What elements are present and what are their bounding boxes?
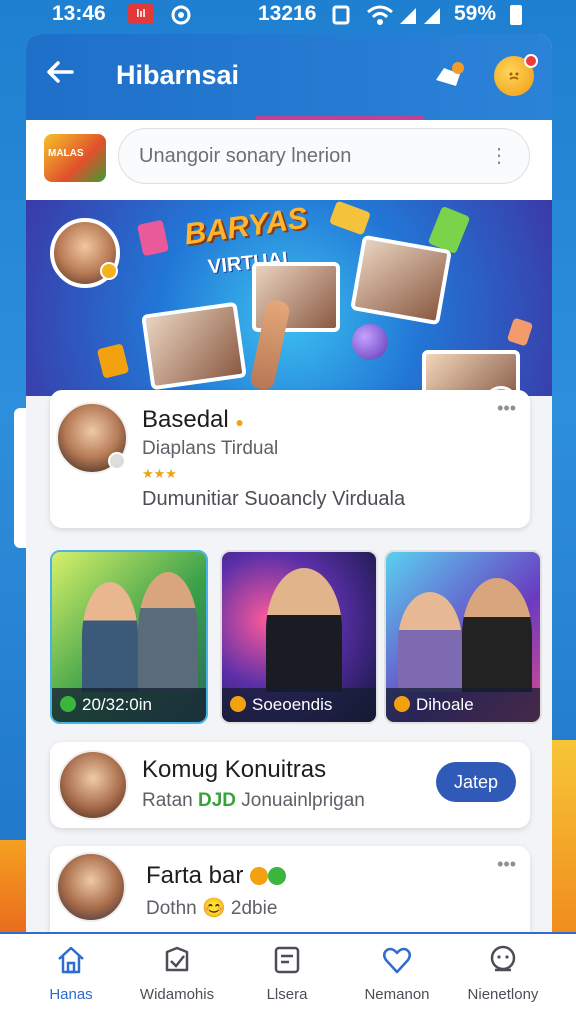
nav-label: Hanas	[49, 986, 93, 1003]
check-icon	[165, 946, 189, 972]
nav-item-favorites[interactable]: Nemanon	[342, 944, 452, 1003]
search-input[interactable]: Unangoir sonary lnerion ⋮	[118, 128, 530, 184]
side-decoration-right	[548, 740, 576, 940]
battery-icon	[510, 5, 522, 25]
community-subtitle: Ratan DJD Jonuainlprigan	[142, 790, 365, 812]
status-bar: 13:46 lıl 13216 59%	[0, 0, 576, 30]
community-title: Komug Konuitras	[142, 756, 327, 783]
tile-label: Dihoale	[386, 688, 540, 722]
sticker-decoration	[328, 200, 372, 236]
tile-person	[82, 582, 138, 692]
note-icon	[274, 946, 300, 974]
play-icon	[60, 696, 76, 712]
post-title-text: Farta bar	[146, 862, 244, 889]
status-time: 13:46	[52, 2, 106, 25]
video-tile[interactable]: 20/32:0in	[50, 550, 208, 724]
status-notification-badge: lıl	[128, 4, 154, 24]
smiley-icon	[506, 68, 522, 89]
nav-label: Nienetlony	[467, 986, 539, 1003]
avatar[interactable]	[56, 402, 128, 474]
status-center-text: 13216	[258, 2, 317, 25]
battery-percent: 59%	[454, 2, 497, 25]
banner-host-avatar[interactable]	[50, 218, 120, 288]
search-placeholder: Unangoir sonary lnerion	[139, 145, 352, 167]
back-arrow-icon[interactable]	[44, 56, 76, 96]
tile-label-text: Soeoendis	[252, 695, 333, 714]
banner-title: BARYAS	[182, 201, 310, 252]
status-dot-icon: ●	[235, 414, 244, 430]
profile-subtitle: Diaplans Tirdual	[142, 438, 279, 459]
nav-item-list[interactable]: Llsera	[232, 944, 342, 1003]
heart-icon	[383, 947, 411, 974]
banner-photo	[350, 234, 452, 326]
tile-label-text: Dihoale	[416, 695, 474, 714]
avatar[interactable]	[58, 750, 128, 820]
join-button[interactable]: Jatep	[436, 762, 516, 802]
notification-dot	[524, 54, 538, 68]
profile-name: Basedal ●	[142, 406, 244, 434]
side-decoration-left	[0, 840, 26, 940]
video-tile[interactable]: Soeoendis	[220, 550, 378, 724]
nav-label: Nemanon	[364, 986, 430, 1003]
live-badge	[100, 262, 118, 280]
tile-person	[398, 592, 462, 692]
emoji-icon	[250, 867, 269, 885]
nav-item-home[interactable]: Hanas	[16, 944, 126, 1003]
profile-card[interactable]: Basedal ● Diaplans Tirdual ★★★ Dumunitia…	[50, 390, 530, 528]
search-row: MALAS Unangoir sonary lnerion ⋮	[26, 120, 552, 200]
tile-label: 20/32:0in	[52, 688, 206, 722]
app-screen: Hibarnsai MALAS Unangoir sonary lnerion …	[26, 34, 552, 1024]
tile-label: Soeoendis	[222, 688, 376, 722]
logo-text: MALAS	[48, 148, 84, 159]
community-subtitle-prefix: Ratan	[142, 790, 198, 811]
home-icon	[58, 946, 84, 974]
profile-name-text: Basedal	[142, 406, 229, 433]
signal-icon	[398, 4, 418, 31]
tile-person	[138, 572, 198, 692]
sun-icon	[394, 696, 410, 712]
tile-label-text: 20/32:0in	[82, 695, 152, 714]
more-horizontal-icon[interactable]: •••	[497, 398, 516, 419]
wifi-icon	[366, 4, 394, 31]
community-tag: DJD	[197, 790, 236, 811]
more-vertical-icon[interactable]: ⋮	[489, 143, 509, 168]
signal-icon-2	[422, 4, 442, 31]
community-card[interactable]: Komug Konuitras Ratan DJD Jonuainlprigan…	[50, 742, 530, 828]
chat-face-icon	[490, 945, 516, 972]
profile-description: Dumunitiar Suoancly Virduala	[142, 488, 406, 510]
page-title: Hibarnsai	[116, 60, 240, 90]
app-bar: Hibarnsai	[26, 34, 552, 120]
sync-icon	[170, 4, 192, 31]
video-tile[interactable]: Dihoale	[384, 550, 542, 724]
nav-item-messages[interactable]: Nienetlony	[448, 944, 558, 1003]
post-title: Farta bar	[146, 862, 287, 890]
verified-badge	[108, 452, 126, 470]
sticker-decoration	[96, 343, 130, 379]
banner-photo	[141, 301, 247, 391]
bottom-navigation: Hanas Widamohis Llsera Nemanon Nienetlon…	[0, 932, 576, 1024]
app-logo[interactable]: MALAS	[44, 134, 106, 182]
post-subtitle: Dothn 😊 2dbie	[146, 898, 278, 919]
notification-icon[interactable]	[430, 58, 466, 94]
star-icon	[230, 696, 246, 712]
tile-person	[266, 568, 342, 692]
sim-icon	[330, 4, 352, 31]
nav-item-videos[interactable]: Widamohis	[122, 944, 232, 1003]
sticker-decoration	[506, 317, 534, 347]
promo-banner[interactable]: BARYAS VIRTUAL	[26, 200, 552, 396]
orb-decoration	[352, 324, 388, 360]
community-subtitle-suffix: Jonuainlprigan	[236, 790, 365, 811]
rating-stars: ★★★	[142, 466, 177, 481]
more-horizontal-icon[interactable]: •••	[497, 854, 516, 875]
tile-person	[462, 578, 532, 692]
check-emoji-icon	[268, 867, 287, 885]
nav-label: Llsera	[266, 986, 308, 1003]
nav-label: Widamohis	[139, 986, 215, 1003]
profile-avatar-button[interactable]	[494, 54, 538, 96]
sticker-decoration	[136, 219, 170, 257]
avatar[interactable]	[56, 852, 126, 922]
